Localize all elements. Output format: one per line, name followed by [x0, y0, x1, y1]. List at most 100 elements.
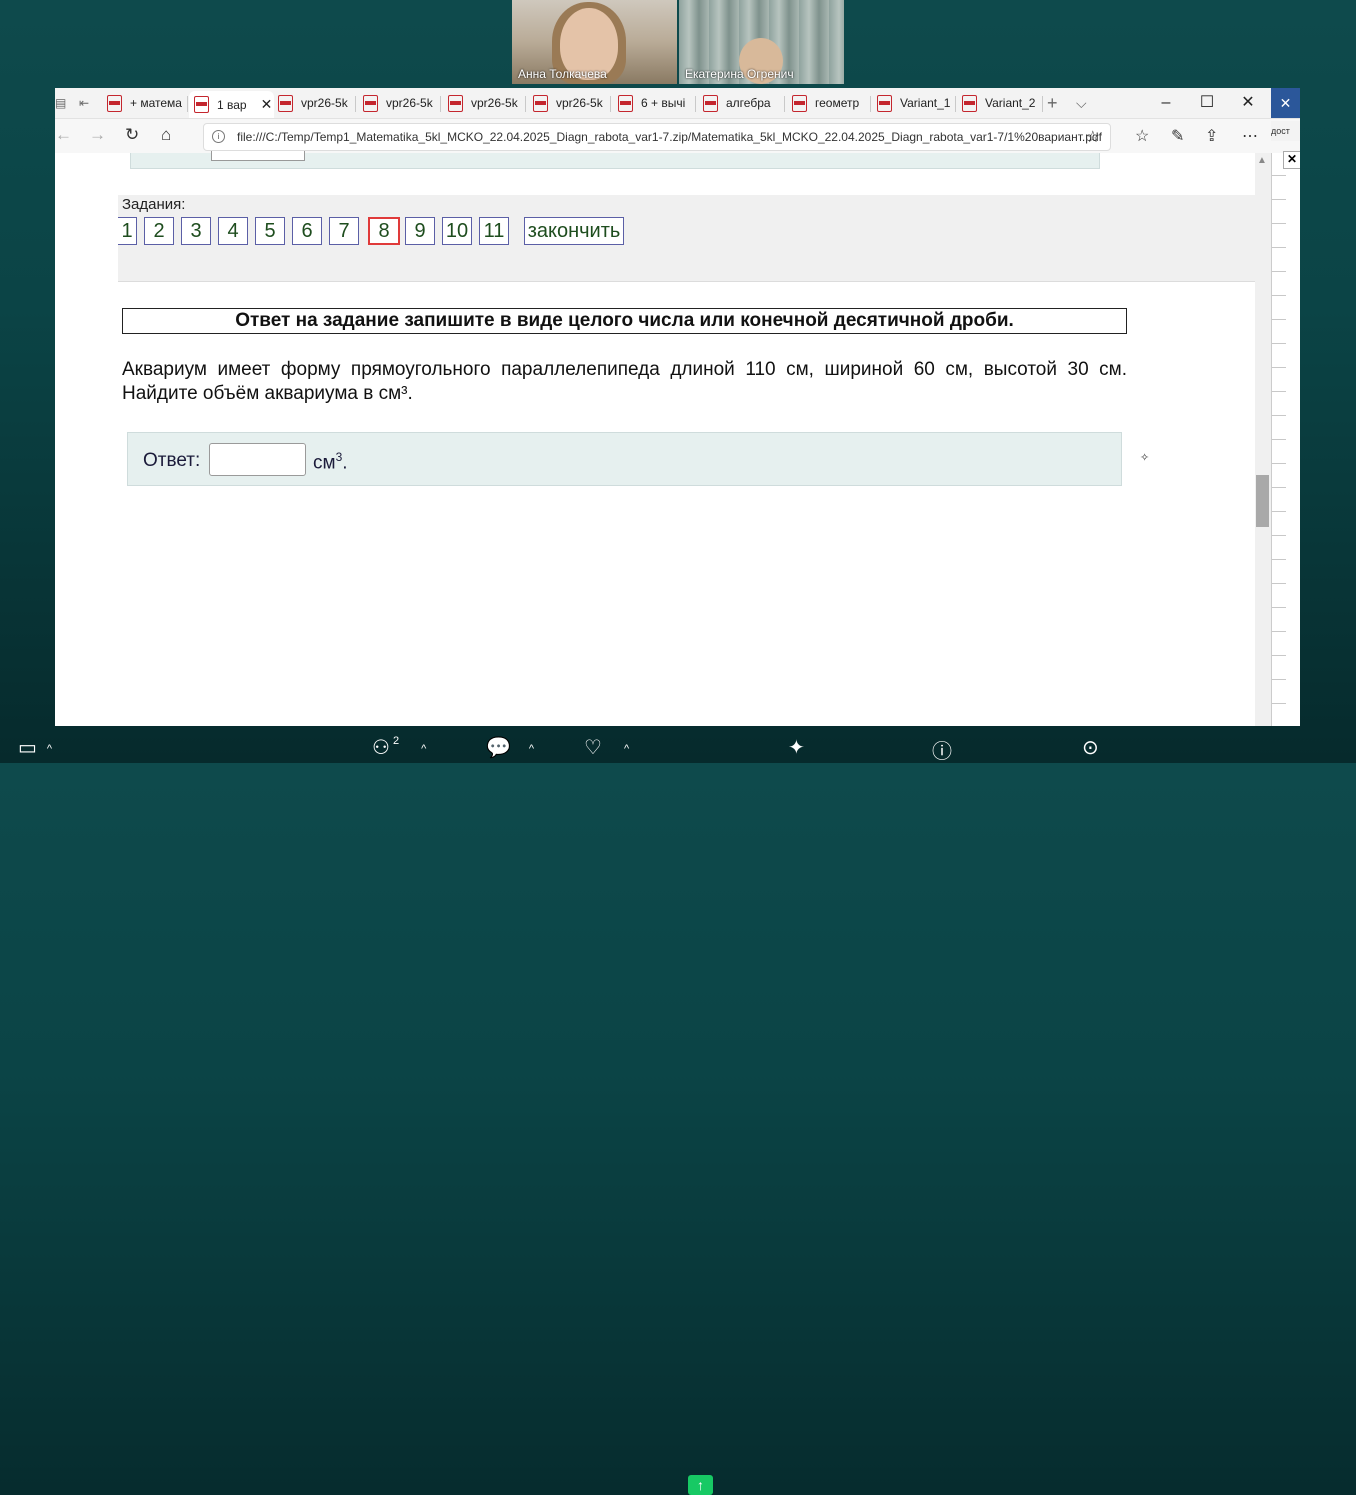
pdf-icon: [792, 94, 807, 112]
forward-icon[interactable]: →: [89, 125, 106, 145]
cursor-icon: ✧: [1140, 452, 1150, 464]
more-icon[interactable]: ⋯: [1242, 126, 1258, 146]
answer-unit: см3.: [313, 450, 348, 474]
workspaces-icon[interactable]: ⇤: [79, 90, 97, 116]
share-icon[interactable]: ⇪: [1205, 126, 1218, 146]
task-button-2[interactable]: 2: [144, 217, 174, 245]
task-button-8[interactable]: 8: [368, 217, 400, 245]
tab-divider: [695, 96, 696, 112]
unit-suffix: .: [342, 452, 348, 474]
pdf-icon: [877, 94, 892, 112]
chevron-up-icon[interactable]: ^: [529, 743, 534, 755]
heart-icon: ♡: [584, 737, 602, 759]
url-text: file:///C:/Temp/Temp1_Matematika_5kl_MCK…: [237, 130, 1102, 144]
tab-list-icon[interactable]: ⌵: [1076, 90, 1094, 116]
task-button-5[interactable]: 5: [255, 217, 285, 245]
ai-companion-icon[interactable]: ✦: [788, 735, 805, 760]
close-window-icon[interactable]: ✕: [1227, 88, 1269, 118]
answer-panel: Ответ: см3.: [127, 432, 1122, 486]
chevron-up-icon[interactable]: ^: [421, 743, 426, 755]
participant-video-2[interactable]: Екатерина Огренич: [679, 0, 844, 84]
meeting-toolbar: ▭ ^ ⚇ 2^ 💬 ^ ♡ ^ ↑ ✦ ⓘ ⊙: [0, 735, 1356, 1495]
chevron-up-icon[interactable]: ^: [624, 743, 629, 755]
tab-label: 6 + вычі: [641, 96, 686, 110]
tasks-label: Задания:: [122, 196, 186, 213]
finish-button[interactable]: закончить: [524, 217, 624, 245]
home-icon[interactable]: ⌂: [161, 125, 171, 145]
ruler-mark: [1272, 343, 1286, 344]
share-screen-button[interactable]: ↑: [688, 1475, 713, 1495]
tab-10[interactable]: Variant_1: [877, 90, 957, 116]
tab-1[interactable]: + матема: [107, 90, 187, 116]
panel-close-icon[interactable]: ✕: [1271, 88, 1300, 118]
task-button-3[interactable]: 3: [181, 217, 211, 245]
task-button-4[interactable]: 4: [218, 217, 248, 245]
minimize-icon[interactable]: –: [1145, 88, 1187, 118]
ruler-mark: [1272, 559, 1286, 560]
tab-label: vpr26-5k: [556, 96, 603, 110]
task-button-6[interactable]: 6: [292, 217, 322, 245]
maximize-icon[interactable]: ☐: [1186, 88, 1228, 118]
tab-divider: [440, 96, 441, 112]
meeting-info-icon[interactable]: ⓘ: [932, 735, 952, 764]
browser-window: ▤ ⇤ + матема 1 вар ✕ vpr26-5k vpr26-5k vp…: [55, 88, 1300, 726]
ruler-mark: [1272, 511, 1286, 512]
tab-11[interactable]: Variant_2: [962, 90, 1042, 116]
task-button-11[interactable]: 11: [479, 217, 509, 245]
scroll-up-icon[interactable]: ▲: [1257, 155, 1267, 166]
tab-divider: [610, 96, 611, 112]
participant-name: Анна Толкачева: [518, 67, 607, 81]
pdf-icon: [107, 94, 122, 112]
ruler-mark: [1272, 583, 1286, 584]
vertical-scrollbar[interactable]: ▲: [1255, 153, 1271, 726]
scrollbar-thumb[interactable]: [1256, 475, 1269, 527]
ruler-mark: [1272, 223, 1286, 224]
tab-divider: [355, 96, 356, 112]
pdf-icon: [363, 94, 378, 112]
reactions-button[interactable]: ♡ ^: [584, 735, 629, 760]
info-icon[interactable]: i: [212, 130, 225, 143]
ruler-mark: [1272, 463, 1286, 464]
tab-divider: [784, 96, 785, 112]
close-tab-icon[interactable]: ✕: [261, 96, 273, 113]
refresh-icon[interactable]: ↻: [125, 125, 139, 145]
participants-button[interactable]: ⚇ 2 ^: [372, 735, 426, 760]
tab-7[interactable]: 6 + вычі: [618, 90, 694, 116]
task-button-7[interactable]: 7: [329, 217, 359, 245]
tab-2-active[interactable]: 1 вар ✕: [189, 91, 274, 118]
tab-3[interactable]: vpr26-5k: [278, 90, 354, 116]
more-options-icon[interactable]: ⊙: [1082, 735, 1099, 760]
side-panel-close-icon[interactable]: ✕: [1283, 151, 1300, 169]
task-button-1[interactable]: 1: [118, 217, 137, 245]
tab-bar: ▤ ⇤ + матема 1 вар ✕ vpr26-5k vpr26-5k vp…: [55, 88, 1300, 119]
pen-icon[interactable]: ✎: [1171, 126, 1184, 146]
side-panel: [1271, 153, 1300, 726]
chat-button[interactable]: 💬 ^: [486, 735, 534, 760]
pdf-icon: [194, 96, 209, 113]
tab-label: Variant_1: [900, 96, 951, 110]
new-tab-icon[interactable]: +: [1047, 90, 1065, 116]
address-bar-row: ← → ↻ ⌂ i file:///C:/Temp/Temp1_Matemati…: [55, 119, 1300, 153]
tab-4[interactable]: vpr26-5k: [363, 90, 439, 116]
tab-8[interactable]: алгебра: [703, 90, 783, 116]
tab-actions-icon[interactable]: ▤: [55, 90, 75, 116]
ruler-mark: [1272, 199, 1286, 200]
favorite-star-icon[interactable]: ☆: [1086, 127, 1100, 147]
back-icon[interactable]: ←: [55, 125, 72, 145]
url-field[interactable]: i file:///C:/Temp/Temp1_Matematika_5kl_M…: [203, 123, 1111, 151]
tab-5[interactable]: vpr26-5k: [448, 90, 524, 116]
ruler-mark: [1272, 247, 1286, 248]
answer-input[interactable]: [209, 443, 306, 476]
ruler-mark: [1272, 535, 1286, 536]
task-button-10[interactable]: 10: [442, 217, 472, 245]
chevron-up-icon[interactable]: ^: [47, 743, 52, 755]
pdf-icon: [618, 94, 633, 112]
tab-6[interactable]: vpr26-5k: [533, 90, 609, 116]
tab-9[interactable]: геометр: [792, 90, 872, 116]
video-toggle[interactable]: ▭ ^: [18, 735, 52, 760]
participant-video-1[interactable]: Анна Толкачева: [512, 0, 677, 84]
tab-divider: [955, 96, 956, 112]
favorites-icon[interactable]: ☆: [1135, 126, 1149, 146]
previous-answer-field[interactable]: [211, 151, 305, 161]
task-button-9[interactable]: 9: [405, 217, 435, 245]
